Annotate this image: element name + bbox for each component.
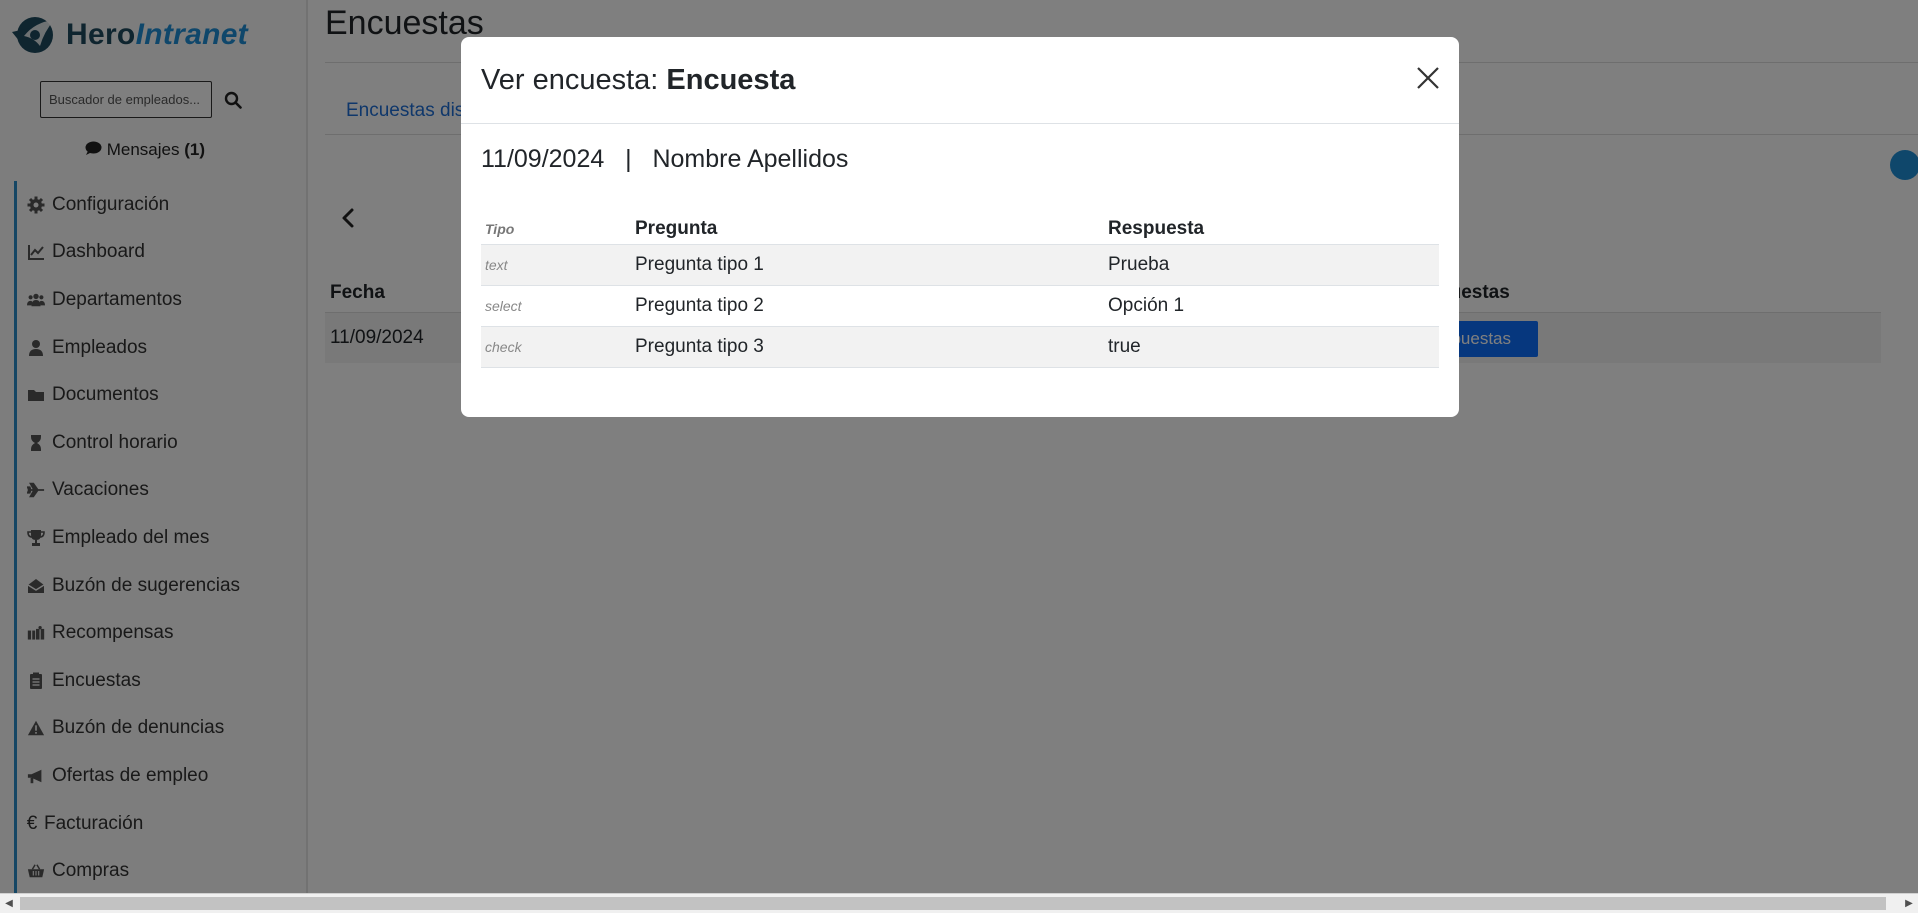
cell-tipo: check	[481, 326, 631, 368]
scroll-left-arrow-icon[interactable]: ◀	[0, 894, 18, 913]
modal-title-prefix: Ver encuesta:	[481, 64, 667, 96]
survey-meta: 11/09/2024 | Nombre Apellidos	[481, 145, 848, 174]
cell-pregunta: Pregunta tipo 3	[631, 326, 1104, 368]
table-row: check Pregunta tipo 3 true	[481, 326, 1439, 368]
cell-respuesta: true	[1104, 326, 1439, 368]
survey-date: 11/09/2024	[481, 145, 605, 173]
column-header-pregunta: Pregunta	[631, 213, 1104, 245]
answers-table-header: Tipo Pregunta Respuesta	[481, 213, 1439, 245]
answers-table: Tipo Pregunta Respuesta text Pregunta ti…	[481, 213, 1439, 368]
cell-respuesta: Opción 1	[1104, 285, 1439, 327]
table-row: text Pregunta tipo 1 Prueba	[481, 244, 1439, 286]
cell-respuesta: Prueba	[1104, 244, 1439, 286]
modal-title-survey-name: Encuesta	[666, 64, 796, 96]
table-row: select Pregunta tipo 2 Opción 1	[481, 285, 1439, 327]
modal-title: Ver encuesta: Encuesta	[481, 64, 795, 97]
scrollbar-thumb[interactable]	[20, 897, 1886, 910]
meta-separator: |	[625, 145, 632, 173]
scroll-right-arrow-icon[interactable]: ▶	[1900, 894, 1918, 913]
modal-header: Ver encuesta: Encuesta	[461, 37, 1459, 124]
cell-pregunta: Pregunta tipo 2	[631, 285, 1104, 327]
close-icon[interactable]	[1415, 65, 1441, 91]
respondent-name: Nombre Apellidos	[652, 145, 849, 173]
column-header-tipo: Tipo	[481, 213, 631, 245]
horizontal-scrollbar[interactable]: ◀ ▶	[0, 893, 1918, 913]
cell-tipo: text	[481, 244, 631, 286]
cell-tipo: select	[481, 285, 631, 327]
column-header-respuesta: Respuesta	[1104, 213, 1439, 245]
view-survey-modal: Ver encuesta: Encuesta 11/09/2024 | Nomb…	[461, 37, 1459, 417]
cell-pregunta: Pregunta tipo 1	[631, 244, 1104, 286]
